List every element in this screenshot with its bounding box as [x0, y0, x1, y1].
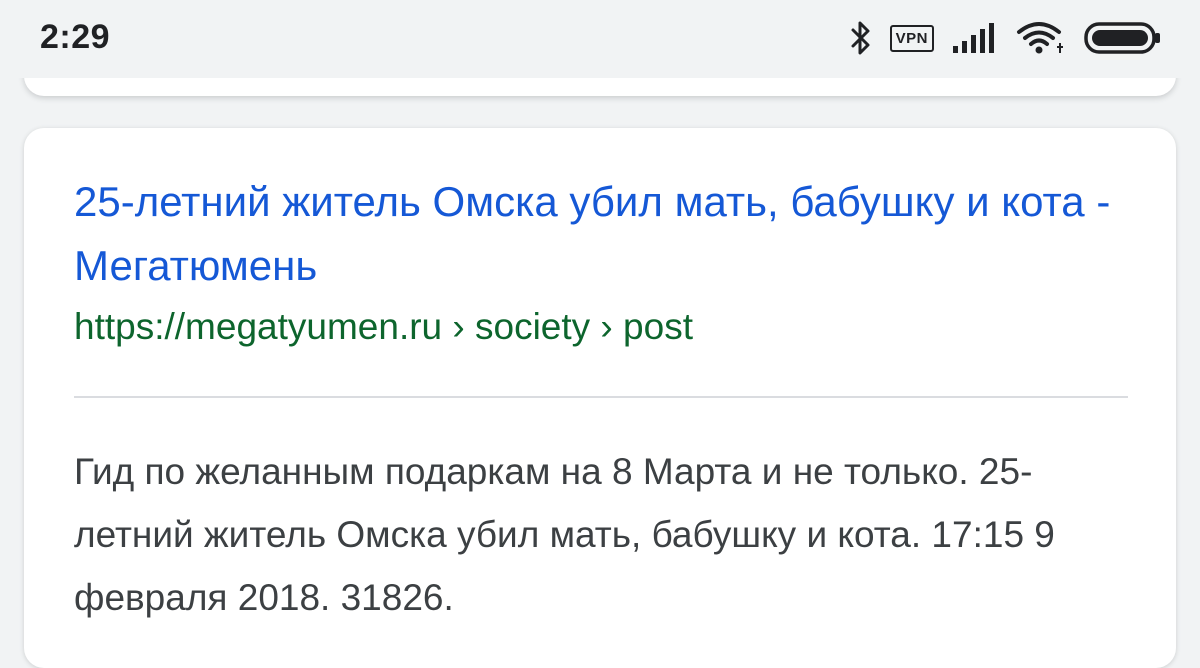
- status-clock: 2:29: [40, 18, 111, 56]
- status-icons: VPN: [850, 18, 1162, 58]
- search-result-card: 25-летний житель Омска убил мать, бабушк…: [24, 128, 1176, 668]
- status-bar: 2:29 VPN: [0, 0, 1200, 78]
- result-title-link[interactable]: 25-летний житель Омска убил мать, бабушк…: [74, 170, 1134, 298]
- result-snippet: Гид по желанным подаркам на 8 Марта и не…: [74, 451, 1055, 618]
- wifi-icon: [1016, 21, 1066, 55]
- result-url[interactable]: https://megatyumen.ru › society › post: [74, 304, 693, 350]
- bluetooth-icon: [850, 20, 872, 56]
- signal-icon: [952, 22, 998, 54]
- divider: [74, 396, 1128, 398]
- vpn-icon: VPN: [889, 24, 934, 52]
- battery-icon: [1084, 21, 1162, 55]
